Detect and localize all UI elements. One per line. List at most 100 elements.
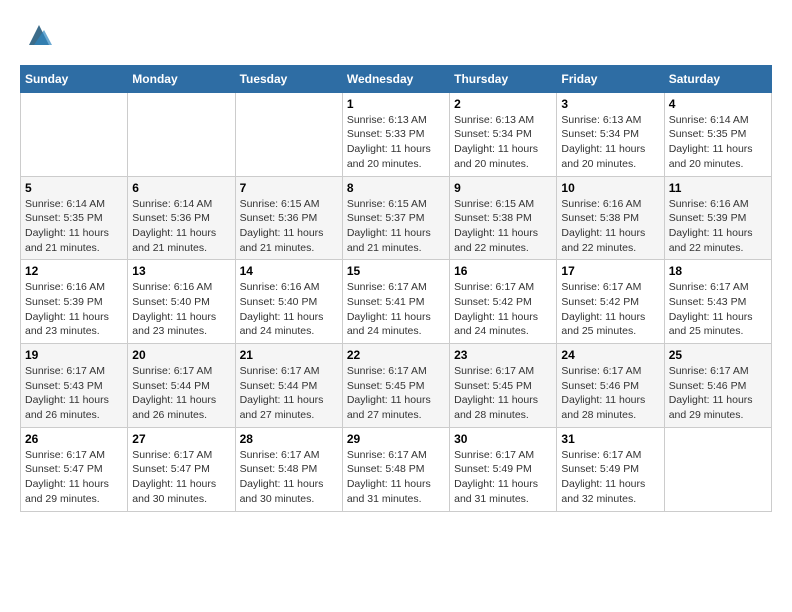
day-number: 14	[240, 264, 338, 278]
calendar-day-cell: 18 Sunrise: 6:17 AMSunset: 5:43 PMDayligh…	[664, 260, 771, 344]
calendar-day-cell: 22 Sunrise: 6:17 AMSunset: 5:45 PMDayligh…	[342, 344, 449, 428]
calendar-day-cell: 4Sunrise: 6:14 AMSunset: 5:35 PMDaylight…	[664, 92, 771, 176]
calendar-day-cell: 12 Sunrise: 6:16 AMSunset: 5:39 PMDayligh…	[21, 260, 128, 344]
day-info: Sunrise: 6:17 AMSunset: 5:49 PMDaylight:…	[561, 448, 659, 507]
day-number: 25	[669, 348, 767, 362]
calendar-day-cell: 2Sunrise: 6:13 AMSunset: 5:34 PMDaylight…	[450, 92, 557, 176]
weekday-header-wednesday: Wednesday	[342, 65, 449, 92]
day-number: 30	[454, 432, 552, 446]
day-info: Sunrise: 6:16 AMSunset: 5:38 PMDaylight:…	[561, 197, 659, 256]
day-number: 19	[25, 348, 123, 362]
day-number: 7	[240, 181, 338, 195]
day-number: 18	[669, 264, 767, 278]
day-info: Sunrise: 6:17 AMSunset: 5:43 PMDaylight:…	[25, 364, 123, 423]
day-number: 13	[132, 264, 230, 278]
day-info: Sunrise: 6:17 AMSunset: 5:46 PMDaylight:…	[561, 364, 659, 423]
calendar-day-cell: 28 Sunrise: 6:17 AMSunset: 5:48 PMDayligh…	[235, 427, 342, 511]
calendar-week-row: 12 Sunrise: 6:16 AMSunset: 5:39 PMDayligh…	[21, 260, 772, 344]
weekday-header-tuesday: Tuesday	[235, 65, 342, 92]
calendar-day-cell: 29 Sunrise: 6:17 AMSunset: 5:48 PMDayligh…	[342, 427, 449, 511]
calendar-day-cell: 5 Sunrise: 6:14 AMSunset: 5:35 PMDaylight…	[21, 176, 128, 260]
calendar-day-cell: 25 Sunrise: 6:17 AMSunset: 5:46 PMDayligh…	[664, 344, 771, 428]
calendar-empty-cell	[21, 92, 128, 176]
day-info: Sunrise: 6:17 AMSunset: 5:43 PMDaylight:…	[669, 280, 767, 339]
day-info: Sunrise: 6:15 AMSunset: 5:36 PMDaylight:…	[240, 197, 338, 256]
weekday-header-saturday: Saturday	[664, 65, 771, 92]
weekday-header-monday: Monday	[128, 65, 235, 92]
calendar-day-cell: 9 Sunrise: 6:15 AMSunset: 5:38 PMDaylight…	[450, 176, 557, 260]
day-info: Sunrise: 6:17 AMSunset: 5:48 PMDaylight:…	[347, 448, 445, 507]
calendar-day-cell: 3Sunrise: 6:13 AMSunset: 5:34 PMDaylight…	[557, 92, 664, 176]
day-number: 11	[669, 181, 767, 195]
calendar-empty-cell	[128, 92, 235, 176]
day-info: Sunrise: 6:16 AMSunset: 5:40 PMDaylight:…	[132, 280, 230, 339]
day-number: 3	[561, 97, 659, 111]
calendar-week-row: 5 Sunrise: 6:14 AMSunset: 5:35 PMDaylight…	[21, 176, 772, 260]
calendar-day-cell: 8Sunrise: 6:15 AMSunset: 5:37 PMDaylight…	[342, 176, 449, 260]
calendar-day-cell: 27 Sunrise: 6:17 AMSunset: 5:47 PMDayligh…	[128, 427, 235, 511]
day-info: Sunrise: 6:16 AMSunset: 5:39 PMDaylight:…	[25, 280, 123, 339]
calendar-empty-cell	[664, 427, 771, 511]
day-number: 10	[561, 181, 659, 195]
calendar-day-cell: 1 Sunrise: 6:13 AMSunset: 5:33 PMDaylight…	[342, 92, 449, 176]
calendar-day-cell: 21 Sunrise: 6:17 AMSunset: 5:44 PMDayligh…	[235, 344, 342, 428]
day-info: Sunrise: 6:15 AMSunset: 5:38 PMDaylight:…	[454, 197, 552, 256]
calendar-day-cell: 31 Sunrise: 6:17 AMSunset: 5:49 PMDayligh…	[557, 427, 664, 511]
day-number: 24	[561, 348, 659, 362]
day-number: 2	[454, 97, 552, 111]
day-number: 15	[347, 264, 445, 278]
day-number: 4	[669, 97, 767, 111]
weekday-header-friday: Friday	[557, 65, 664, 92]
day-info: Sunrise: 6:17 AMSunset: 5:42 PMDaylight:…	[561, 280, 659, 339]
day-info: Sunrise: 6:17 AMSunset: 5:42 PMDaylight:…	[454, 280, 552, 339]
day-number: 1	[347, 97, 445, 111]
day-info: Sunrise: 6:17 AMSunset: 5:48 PMDaylight:…	[240, 448, 338, 507]
calendar-week-row: 19 Sunrise: 6:17 AMSunset: 5:43 PMDayligh…	[21, 344, 772, 428]
calendar-day-cell: 19 Sunrise: 6:17 AMSunset: 5:43 PMDayligh…	[21, 344, 128, 428]
logo	[20, 20, 54, 55]
day-number: 5	[25, 181, 123, 195]
day-number: 31	[561, 432, 659, 446]
calendar-day-cell: 7 Sunrise: 6:15 AMSunset: 5:36 PMDaylight…	[235, 176, 342, 260]
weekday-header-thursday: Thursday	[450, 65, 557, 92]
day-number: 28	[240, 432, 338, 446]
day-number: 16	[454, 264, 552, 278]
day-number: 26	[25, 432, 123, 446]
day-number: 9	[454, 181, 552, 195]
day-info: Sunrise: 6:17 AMSunset: 5:47 PMDaylight:…	[25, 448, 123, 507]
day-number: 12	[25, 264, 123, 278]
day-info: Sunrise: 6:17 AMSunset: 5:45 PMDaylight:…	[454, 364, 552, 423]
calendar-table: SundayMondayTuesdayWednesdayThursdayFrid…	[20, 65, 772, 512]
calendar-day-cell: 30 Sunrise: 6:17 AMSunset: 5:49 PMDayligh…	[450, 427, 557, 511]
day-info: Sunrise: 6:17 AMSunset: 5:44 PMDaylight:…	[240, 364, 338, 423]
day-info: Sunrise: 6:13 AMSunset: 5:33 PMDaylight:…	[347, 113, 445, 172]
day-number: 22	[347, 348, 445, 362]
calendar-day-cell: 14 Sunrise: 6:16 AMSunset: 5:40 PMDayligh…	[235, 260, 342, 344]
day-number: 8	[347, 181, 445, 195]
day-info: Sunrise: 6:17 AMSunset: 5:47 PMDaylight:…	[132, 448, 230, 507]
calendar-day-cell: 17Sunrise: 6:17 AMSunset: 5:42 PMDayligh…	[557, 260, 664, 344]
calendar-week-row: 1 Sunrise: 6:13 AMSunset: 5:33 PMDaylight…	[21, 92, 772, 176]
calendar-day-cell: 26 Sunrise: 6:17 AMSunset: 5:47 PMDayligh…	[21, 427, 128, 511]
day-number: 29	[347, 432, 445, 446]
day-info: Sunrise: 6:17 AMSunset: 5:41 PMDaylight:…	[347, 280, 445, 339]
day-number: 27	[132, 432, 230, 446]
calendar-day-cell: 20Sunrise: 6:17 AMSunset: 5:44 PMDayligh…	[128, 344, 235, 428]
day-info: Sunrise: 6:14 AMSunset: 5:35 PMDaylight:…	[25, 197, 123, 256]
calendar-day-cell: 13 Sunrise: 6:16 AMSunset: 5:40 PMDayligh…	[128, 260, 235, 344]
day-info: Sunrise: 6:17 AMSunset: 5:46 PMDaylight:…	[669, 364, 767, 423]
day-info: Sunrise: 6:16 AMSunset: 5:40 PMDaylight:…	[240, 280, 338, 339]
day-number: 20	[132, 348, 230, 362]
calendar-day-cell: 16 Sunrise: 6:17 AMSunset: 5:42 PMDayligh…	[450, 260, 557, 344]
calendar-day-cell: 23Sunrise: 6:17 AMSunset: 5:45 PMDayligh…	[450, 344, 557, 428]
day-number: 21	[240, 348, 338, 362]
weekday-header-sunday: Sunday	[21, 65, 128, 92]
day-number: 6	[132, 181, 230, 195]
calendar-day-cell: 10 Sunrise: 6:16 AMSunset: 5:38 PMDayligh…	[557, 176, 664, 260]
calendar-header-row: SundayMondayTuesdayWednesdayThursdayFrid…	[21, 65, 772, 92]
day-info: Sunrise: 6:16 AMSunset: 5:39 PMDaylight:…	[669, 197, 767, 256]
day-info: Sunrise: 6:17 AMSunset: 5:49 PMDaylight:…	[454, 448, 552, 507]
page-header	[20, 20, 772, 55]
calendar-day-cell: 6Sunrise: 6:14 AMSunset: 5:36 PMDaylight…	[128, 176, 235, 260]
day-info: Sunrise: 6:17 AMSunset: 5:45 PMDaylight:…	[347, 364, 445, 423]
